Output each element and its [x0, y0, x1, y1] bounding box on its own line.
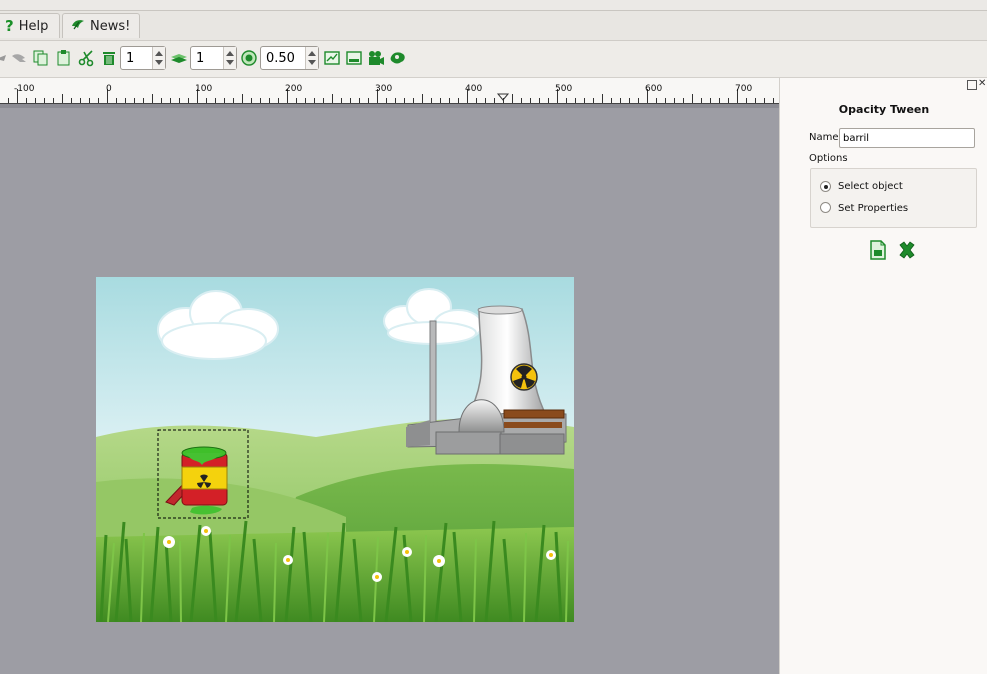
radio-select-object-label[interactable]: Select object [838, 181, 903, 192]
undo-icon[interactable] [0, 49, 10, 67]
leaf-icon [71, 18, 85, 34]
ruler-label: 100 [195, 84, 213, 94]
frame-spinbox-1[interactable] [120, 46, 166, 70]
question-icon: ? [5, 17, 14, 35]
frame-spinbox-2-input[interactable] [191, 47, 224, 69]
spinbox-2-arrows[interactable] [223, 47, 236, 69]
redo-icon[interactable] [10, 49, 28, 67]
image-icon[interactable] [345, 49, 363, 67]
radio-set-properties-label[interactable]: Set Properties [838, 203, 908, 214]
ruler-label: 200 [285, 84, 303, 94]
ruler-label: -100 [14, 84, 35, 94]
scene-canvas[interactable] [96, 277, 574, 623]
spinbox-1-arrows[interactable] [152, 47, 165, 69]
options-group: Select object Set Properties [810, 168, 977, 228]
cut-icon[interactable] [78, 49, 96, 67]
ruler-label: 300 [375, 84, 393, 94]
opacity-icon [240, 49, 258, 67]
tab-news-label: News! [90, 18, 131, 34]
tab-bar: ? Help News! [0, 11, 987, 41]
window-top-strip [0, 0, 987, 11]
panel-title: Opacity Tween [838, 103, 930, 116]
opacity-spinbox-input[interactable] [261, 47, 306, 69]
ruler-label: 500 [555, 84, 573, 94]
close-panel-icon[interactable]: ✕ [978, 79, 986, 89]
radio-select-object[interactable] [820, 181, 831, 192]
opacity-spinbox[interactable] [260, 46, 319, 70]
paste-icon[interactable] [55, 49, 73, 67]
name-input[interactable] [839, 128, 975, 148]
ruler-label: 400 [465, 84, 483, 94]
plugin-icon[interactable] [389, 49, 407, 67]
ruler-label: 0 [106, 84, 112, 94]
ruler-label: 600 [645, 84, 663, 94]
copy-icon[interactable] [32, 49, 50, 67]
options-label: Options [809, 153, 848, 164]
frame-spinbox-1-input[interactable] [121, 47, 153, 69]
ruler-label: 700 [735, 84, 753, 94]
chart-icon[interactable] [323, 49, 341, 67]
frame-spinbox-2[interactable] [190, 46, 237, 70]
camera-icon[interactable] [367, 49, 385, 67]
float-panel-icon[interactable] [967, 80, 977, 90]
workspace-top-shadow [0, 104, 779, 108]
save-icon[interactable] [869, 240, 887, 260]
trash-icon[interactable] [100, 49, 118, 67]
opacity-tween-panel: ✕ Opacity Tween Name: Options Select obj… [779, 78, 987, 674]
close-icon[interactable] [897, 240, 917, 260]
opacity-spinbox-arrows[interactable] [305, 47, 318, 69]
radio-set-properties[interactable] [820, 202, 831, 213]
tab-help[interactable]: ? Help [0, 13, 60, 38]
name-label: Name: [809, 132, 842, 143]
tab-news[interactable]: News! [62, 13, 140, 38]
horizontal-ruler: -100 0 100 200 300 400 500 600 700 [0, 78, 779, 104]
toolbar [0, 41, 987, 78]
scene-illustration [96, 277, 574, 623]
tab-help-label: Help [18, 18, 49, 34]
layers-icon[interactable] [170, 49, 188, 67]
